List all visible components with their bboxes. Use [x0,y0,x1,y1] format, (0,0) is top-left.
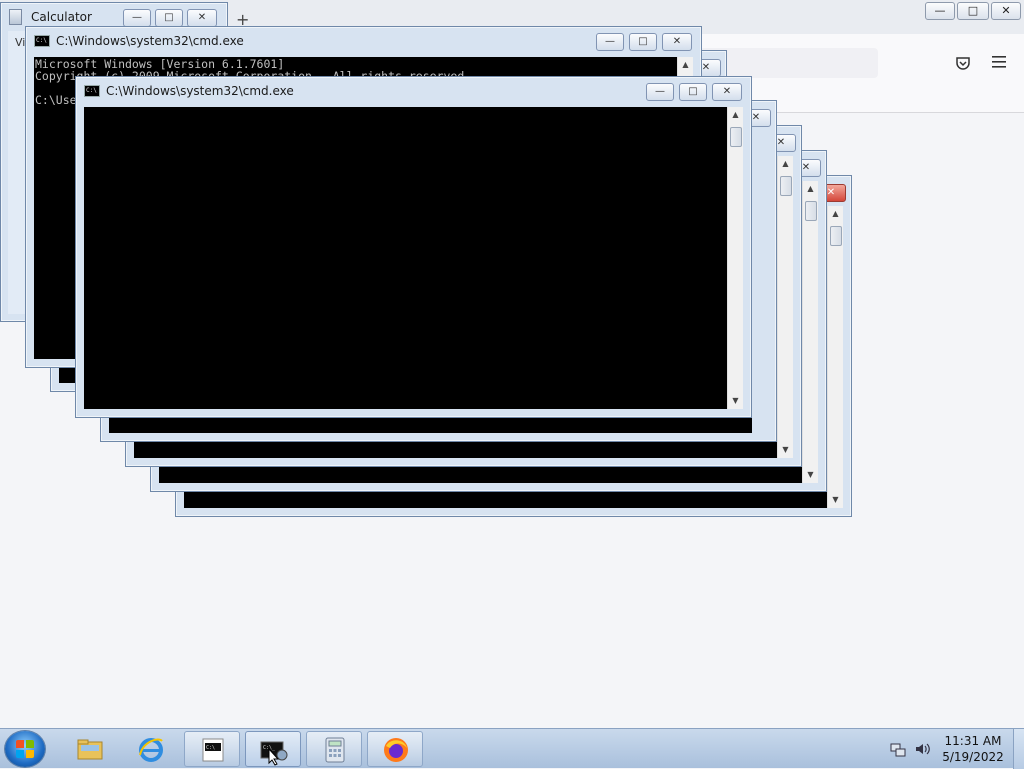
mouse-cursor-icon [268,748,280,766]
ie-icon [139,738,163,762]
pocket-icon[interactable] [954,55,972,73]
scroll-down-icon[interactable]: ▼ [728,393,743,409]
hamburger-menu-icon[interactable] [990,54,1008,72]
taskbar-cmd-pinned[interactable]: C:\ [184,731,240,767]
taskbar-explorer[interactable] [62,731,118,767]
minimize-button[interactable]: — [646,83,674,101]
taskbar: C:\ C:\_ 11:31 AM 5/19/2022 [0,728,1024,769]
calculator-maximize-button[interactable]: □ [155,9,183,27]
scroll-up-icon[interactable]: ▲ [728,107,743,123]
scroll-down-icon[interactable]: ▼ [803,467,818,483]
start-button[interactable] [5,731,45,767]
scroll-thumb[interactable] [830,226,842,246]
taskbar-firefox[interactable] [367,731,423,767]
scroll-up-icon[interactable]: ▲ [828,206,843,222]
calculator-icon [325,737,345,763]
calculator-view-menu[interactable]: Vi [15,36,25,49]
scroll-thumb[interactable] [805,201,817,221]
desktop: + — □ ✕ Calculator — □ ✕ Vi ✕ ▲ ▼ ✕ ▲ ▼ [0,0,1024,728]
cmd-icon: C:\ [84,85,100,97]
clock-time: 11:31 AM [944,734,1002,748]
folder-icon [77,739,103,760]
calculator-minimize-button[interactable]: — [123,9,151,27]
close-button[interactable]: ✕ [662,33,692,51]
minimize-button[interactable]: — [596,33,624,51]
vertical-scrollbar[interactable]: ▲ ▼ [727,107,743,409]
vertical-scrollbar[interactable]: ▲ ▼ [802,181,818,483]
show-desktop-button[interactable] [1013,729,1024,769]
close-button[interactable]: ✕ [712,83,742,101]
firefox-close-button[interactable]: ✕ [991,2,1021,20]
vertical-scrollbar[interactable]: ▲ ▼ [827,206,843,508]
windows-logo-icon [16,740,34,758]
cmd-window-front[interactable]: C:\ C:\Windows\system32\cmd.exe — □ ✕ ▲ … [75,76,752,418]
maximize-button[interactable]: □ [679,83,707,101]
svg-text:C:\: C:\ [206,745,215,751]
taskbar-internet-explorer[interactable] [123,731,179,767]
console-output [84,107,727,108]
taskbar-cmd-active[interactable]: C:\_ [245,731,301,767]
scroll-up-icon[interactable]: ▲ [678,57,693,73]
console-area[interactable] [84,107,727,409]
cmd-window-title: C:\Windows\system32\cmd.exe [106,84,294,98]
scroll-up-icon[interactable]: ▲ [803,181,818,197]
firefox-minimize-button[interactable]: — [925,2,955,20]
scroll-up-icon[interactable]: ▲ [778,156,793,172]
clock-date: 5/19/2022 [942,750,1004,764]
maximize-button[interactable]: □ [629,33,657,51]
cmd-icon: C:\ [202,738,224,762]
firefox-restore-button[interactable]: □ [957,2,989,20]
scroll-down-icon[interactable]: ▼ [828,492,843,508]
volume-icon[interactable] [914,741,930,757]
scroll-thumb[interactable] [730,127,742,147]
cmd-window-title: C:\Windows\system32\cmd.exe [56,34,244,48]
network-icon[interactable] [890,741,906,757]
cmd-icon: C:\ [34,35,50,47]
calculator-icon [9,9,22,25]
calculator-close-button[interactable]: ✕ [187,9,217,27]
taskbar-calculator[interactable] [306,731,362,767]
scroll-thumb[interactable] [780,176,792,196]
scroll-down-icon[interactable]: ▼ [778,442,793,458]
system-clock[interactable]: 11:31 AM 5/19/2022 [936,733,1010,765]
vertical-scrollbar[interactable]: ▲ ▼ [777,156,793,458]
firefox-icon [384,738,408,762]
